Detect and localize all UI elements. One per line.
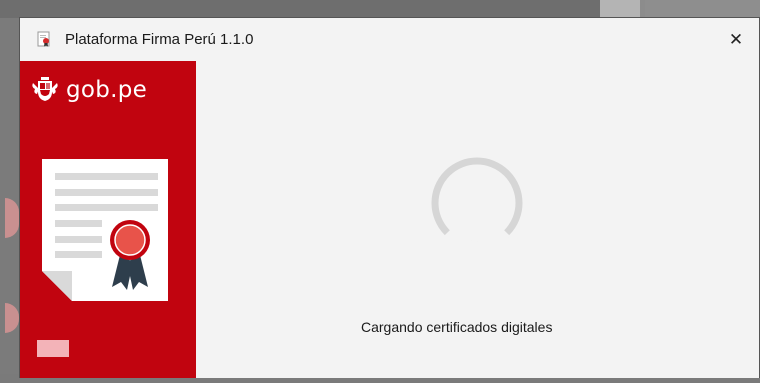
- gob-pe-logo: gob.pe: [30, 75, 147, 105]
- background-shape: [5, 303, 19, 333]
- title-bar[interactable]: Plataforma Firma Perú 1.1.0 ✕: [20, 18, 759, 61]
- background-shape: [5, 198, 19, 238]
- background-segment: [0, 0, 600, 18]
- background-left: [0, 18, 20, 383]
- logo-text: gob.pe: [66, 77, 148, 103]
- loading-spinner-icon: [429, 155, 525, 256]
- close-icon: ✕: [728, 29, 744, 49]
- loading-status-text: Cargando certificados digitales: [361, 319, 553, 335]
- sidebar: gob.pe: [20, 61, 196, 378]
- sidebar-decoration: [37, 340, 69, 357]
- background-segment: [645, 0, 760, 18]
- peru-coat-of-arms-icon: [32, 77, 58, 101]
- main-content: Cargando certificados digitales: [196, 61, 759, 378]
- background-segment: [600, 0, 640, 18]
- certificate-document-icon: [38, 157, 174, 312]
- close-button[interactable]: ✕: [713, 18, 759, 61]
- loading-dialog: Plataforma Firma Perú 1.1.0 ✕ gob.pe Car…: [19, 17, 760, 378]
- background-top: [0, 0, 760, 18]
- window-title: Plataforma Firma Perú 1.1.0: [65, 31, 254, 48]
- app-icon: [36, 31, 53, 48]
